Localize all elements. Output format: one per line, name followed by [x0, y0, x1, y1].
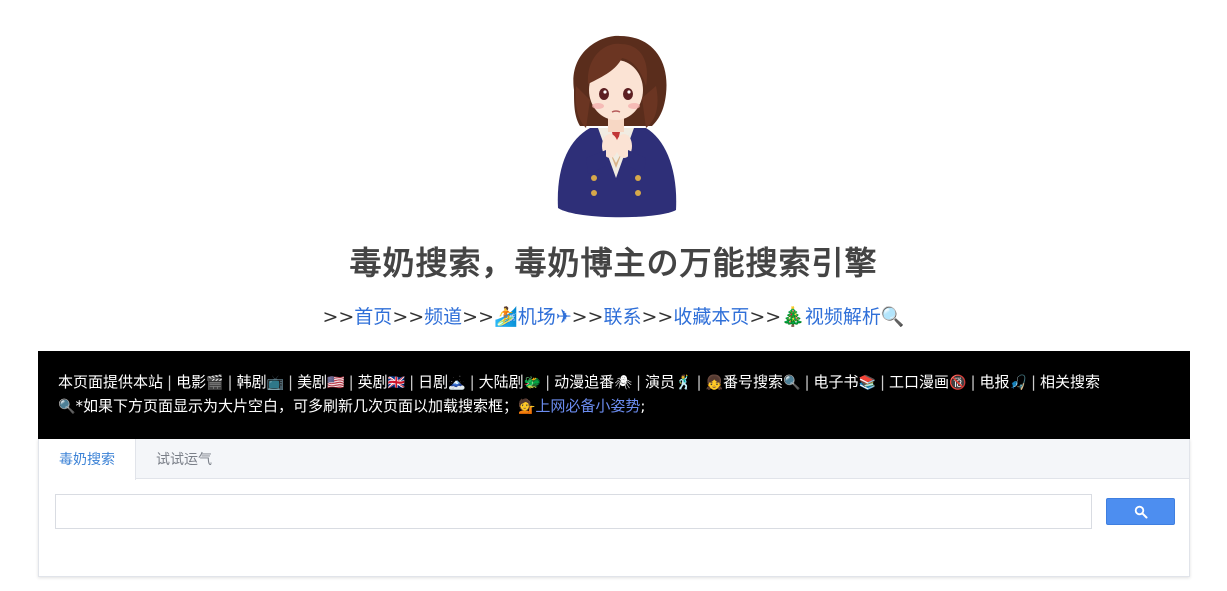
- divider: |: [879, 373, 886, 391]
- tab-dunai-search[interactable]: 毒奶搜索: [39, 439, 136, 480]
- nav-link-home[interactable]: 首页: [354, 306, 392, 328]
- page: 毒奶搜索，毒奶博主の万能搜索引擎 >>首页>>频道>>🏄机场✈>>联系>>收藏本…: [0, 0, 1227, 591]
- tv-icon: 📺: [266, 375, 285, 391]
- fishing-icon: 🎣: [1009, 375, 1027, 391]
- search-button[interactable]: [1106, 498, 1175, 525]
- divider: |: [545, 373, 551, 391]
- divider: |: [804, 373, 810, 391]
- nav-link-contact[interactable]: 联系: [603, 306, 641, 328]
- divider: |: [970, 373, 976, 391]
- category-jdrama: 日剧: [418, 373, 449, 391]
- nav-link-bookmark[interactable]: 收藏本页: [673, 306, 749, 328]
- airplane-icon[interactable]: ✈: [556, 306, 572, 328]
- divider: |: [348, 373, 354, 391]
- nav-link-channel[interactable]: 频道: [424, 306, 462, 328]
- avatar-illustration: [557, 35, 677, 218]
- refresh-notice: *如果下方页面显示为大片空白，可多刷新几次页面以加载搜索框；: [75, 397, 518, 415]
- top-nav: >>首页>>频道>>🏄机场✈>>联系>>收藏本页>>🎄视频解析🔍: [0, 302, 1227, 329]
- category-movie: 电影: [176, 373, 207, 391]
- magnifier-icon: 🔍: [58, 399, 76, 415]
- divider: |: [409, 373, 415, 391]
- search-tabs: 毒奶搜索 试试运气: [39, 439, 1189, 480]
- nav-link-video-parse[interactable]: 视频解析: [805, 306, 881, 328]
- spider-icon: 🕷: [614, 375, 632, 391]
- nav-separator: >>: [392, 306, 425, 328]
- search-icon: [1134, 505, 1147, 518]
- girl-icon: 👧: [705, 375, 723, 391]
- nav-link-airport[interactable]: 机场: [518, 306, 556, 328]
- dragon-icon: 🐲: [523, 375, 542, 391]
- info-line-notice: 🔍*如果下方页面显示为大片空白，可多刷新几次页面以加载搜索框；💁上网必备小姿势;: [58, 394, 1170, 418]
- category-kdrama: 韩剧: [236, 373, 267, 391]
- nav-separator: >>: [641, 306, 674, 328]
- notice-tail: ;: [640, 397, 646, 415]
- clapper-icon: 🎬: [206, 375, 224, 391]
- surfer-icon: 🏄: [494, 306, 518, 328]
- dancer-icon: 🕺: [675, 375, 693, 391]
- category-cdrama: 大陆剧: [478, 373, 524, 391]
- us-flag-icon: 🇺🇸: [327, 375, 345, 391]
- nav-separator: >>: [749, 306, 782, 328]
- divider: |: [227, 373, 233, 391]
- category-actor: 演员: [645, 373, 676, 391]
- category-comic: 工口漫画: [889, 373, 950, 391]
- category-ebook: 电子书: [813, 373, 859, 391]
- info-line-categories: 本页面提供本站 | 电影🎬 | 韩剧📺 | 美剧🇺🇸 | 英剧🇬🇧 | 日剧🗻 | 大陆剧🐲 | 动漫追番🕷…: [58, 370, 1170, 394]
- magnifier-icon: 🔍: [783, 375, 801, 391]
- category-telegram: 电报: [979, 373, 1010, 391]
- category-related: 相关搜索: [1040, 373, 1101, 391]
- search-panel: 毒奶搜索 试试运气: [38, 439, 1190, 577]
- mountain-icon: 🗻: [448, 375, 466, 391]
- adult-only-icon: 🔞: [949, 375, 967, 391]
- divider: |: [1030, 373, 1037, 391]
- divider: |: [469, 373, 475, 391]
- info-banner: 本页面提供本站 | 电影🎬 | 韩剧📺 | 美剧🇺🇸 | 英剧🇬🇧 | 日剧🗻 | 大陆剧🐲 | 动漫追番🕷…: [38, 351, 1190, 439]
- tips-link[interactable]: 上网必备小姿势: [535, 397, 640, 415]
- divider: |: [167, 373, 173, 391]
- uk-flag-icon: 🇬🇧: [387, 375, 406, 391]
- info-intro: 本页面提供本站: [58, 373, 164, 391]
- tab-feeling-lucky[interactable]: 试试运气: [136, 439, 232, 479]
- divider: |: [288, 373, 294, 391]
- person-tipping-hand-icon: 💁: [517, 399, 536, 415]
- avatar: [546, 28, 686, 218]
- tree-icon: 🎄: [781, 306, 805, 328]
- magnifier-icon: 🔍: [880, 306, 905, 328]
- page-title: 毒奶搜索，毒奶博主の万能搜索引擎: [349, 244, 878, 282]
- nav-separator: >>: [462, 306, 495, 328]
- nav-separator: >>: [322, 306, 355, 328]
- divider: |: [696, 373, 702, 391]
- books-icon: 📚: [858, 375, 876, 391]
- divider: |: [635, 373, 642, 391]
- category-anime: 动漫追番: [554, 373, 615, 391]
- nav-separator: >>: [571, 306, 604, 328]
- category-ukdrama: 英剧: [357, 373, 388, 391]
- category-usdrama: 美剧: [297, 373, 328, 391]
- category-code-search: 番号搜索: [722, 373, 783, 391]
- search-input[interactable]: [55, 494, 1092, 529]
